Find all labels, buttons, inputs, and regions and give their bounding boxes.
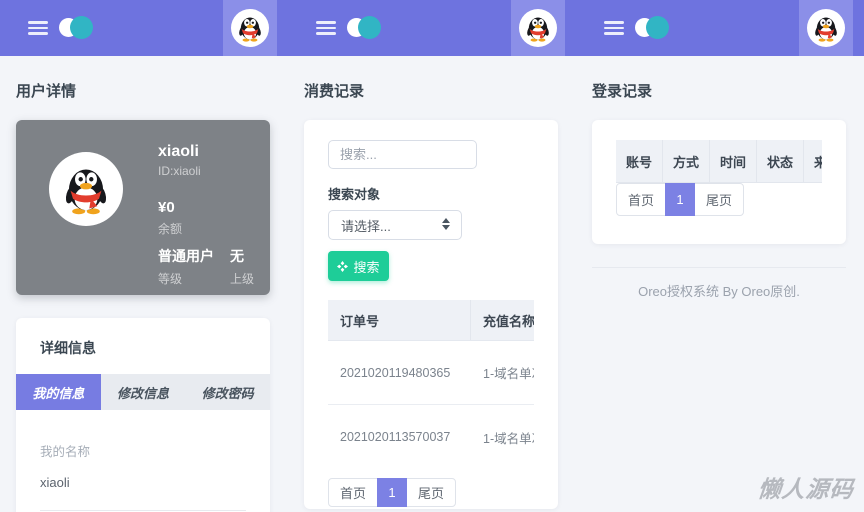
balance-label: 余额 [158, 222, 183, 236]
search-object-select[interactable]: 请选择... [328, 210, 462, 240]
consume-card: 搜索对象 请选择... 搜索 订单号 充值名称 2021020119480365 [304, 120, 558, 509]
qq-penguin-icon [60, 163, 112, 215]
pagination-first-button[interactable]: 首页 [616, 183, 667, 216]
user-detail-column: 用户详情 xiaoli ID:xiaoli ¥0 余额 普通用户 等级 无 上级 [16, 56, 270, 512]
consume-table-header: 订单号 充值名称 [328, 300, 534, 341]
profile-user-id: ID:xiaoli [158, 164, 201, 178]
theme-toggle[interactable] [59, 16, 93, 39]
login-table: 账号 方式 时间 状态 来源 [616, 140, 822, 183]
detail-info-card: 详细信息 我的信息 修改信息 修改密码 我的名称 xiaoli 我的账号: [16, 318, 270, 512]
search-button[interactable]: 搜索 [328, 251, 389, 281]
pagination-first-button[interactable]: 首页 [328, 478, 379, 507]
page-title-user-detail: 用户详情 [16, 83, 77, 100]
profile-username: xiaoli [158, 143, 199, 160]
col-header-account: 账号 [616, 140, 663, 182]
navbar-segment-2 [288, 0, 576, 56]
table-row: 2021020119480365 1-域名单次授权 [328, 341, 534, 405]
balance-value: ¥0 [158, 199, 175, 216]
page-title-login: 登录记录 [592, 83, 653, 100]
consume-column: 消费记录 搜索对象 请选择... 搜索 订单号 充值名称 2021 [304, 56, 558, 509]
level-value: 普通用户 [158, 248, 214, 264]
cross-spinner-icon [337, 261, 348, 272]
detail-tab-bar: 我的信息 修改信息 修改密码 [16, 374, 270, 410]
top-navbar [0, 0, 864, 56]
theme-toggle[interactable] [635, 16, 669, 39]
profile-info: xiaoli ID:xiaoli ¥0 余额 普通用户 等级 无 上级 [158, 143, 263, 287]
search-object-label: 搜索对象 [328, 187, 381, 202]
login-pagination: 首页 1 尾页 [616, 183, 822, 216]
detail-card-title: 详细信息 [40, 340, 96, 356]
pagination-page-1[interactable]: 1 [377, 478, 408, 507]
col-header-item-name: 充值名称 [483, 313, 534, 329]
navbar-segment-1 [0, 0, 288, 56]
qq-penguin-icon [519, 9, 557, 47]
search-button-label: 搜索 [353, 259, 380, 275]
field-label-name: 我的名称 [40, 445, 91, 459]
toggle-knob [70, 16, 93, 39]
watermark-text: 懒人源码 [756, 476, 856, 502]
superior-label: 上级 [230, 272, 255, 286]
search-input[interactable] [328, 140, 477, 169]
tab-edit-info[interactable]: 修改信息 [101, 374, 186, 410]
cell-order-no: 2021020119480365 [340, 365, 451, 380]
theme-toggle[interactable] [347, 16, 381, 39]
tab-edit-password[interactable]: 修改密码 [185, 374, 270, 410]
pagination-last-button[interactable]: 尾页 [694, 183, 745, 216]
navbar-avatar[interactable] [511, 0, 565, 56]
field-value-name: xiaoli [40, 475, 70, 490]
pagination-last-button[interactable]: 尾页 [406, 478, 457, 507]
field-divider [40, 510, 246, 511]
profile-avatar [49, 152, 123, 226]
col-header-order-no: 订单号 [328, 300, 471, 340]
up-down-arrows-icon [442, 218, 450, 230]
table-row: 2021020113570037 1-域名单次授权 [328, 405, 534, 469]
toggle-knob [358, 16, 381, 39]
col-header-status: 状态 [757, 140, 804, 182]
cell-item-name: 1-域名单次授权 [483, 367, 534, 381]
superior-value: 无 [230, 248, 244, 264]
navbar-segment-3 [576, 0, 864, 56]
col-header-source: 来源 [804, 140, 822, 182]
toggle-knob [646, 16, 669, 39]
consume-table: 订单号 充值名称 2021020119480365 1-域名单次授权 20210… [328, 300, 534, 469]
qq-penguin-icon [231, 9, 269, 47]
login-column: 登录记录 账号 方式 时间 状态 来源 首页 1 尾页 Oreo授权系统 By … [592, 56, 846, 300]
tab-my-info[interactable]: 我的信息 [16, 374, 101, 410]
cell-order-no: 2021020113570037 [340, 430, 451, 444]
navbar-avatar[interactable] [799, 0, 853, 56]
level-label: 等级 [158, 272, 183, 286]
hamburger-icon[interactable] [604, 21, 624, 35]
col-header-method: 方式 [663, 140, 710, 182]
login-table-header: 账号 方式 时间 状态 来源 [616, 140, 822, 183]
footer-divider [592, 267, 846, 268]
consume-pagination: 首页 1 尾页 [328, 478, 534, 507]
hamburger-icon[interactable] [316, 21, 336, 35]
user-profile-card: xiaoli ID:xiaoli ¥0 余额 普通用户 等级 无 上级 [16, 120, 270, 295]
page-title-consume: 消费记录 [304, 83, 365, 100]
cell-item-name: 1-域名单次授权 [483, 431, 534, 446]
select-value: 请选择... [341, 218, 391, 234]
copyright-text: Oreo授权系统 By Oreo原创. [638, 284, 800, 299]
navbar-avatar[interactable] [223, 0, 277, 56]
hamburger-icon[interactable] [28, 21, 48, 35]
col-header-time: 时间 [710, 140, 757, 182]
login-card: 账号 方式 时间 状态 来源 首页 1 尾页 [592, 120, 846, 244]
app-window: 用户详情 xiaoli ID:xiaoli ¥0 余额 普通用户 等级 无 上级 [0, 0, 864, 512]
pagination-page-1[interactable]: 1 [665, 183, 696, 216]
qq-penguin-icon [807, 9, 845, 47]
